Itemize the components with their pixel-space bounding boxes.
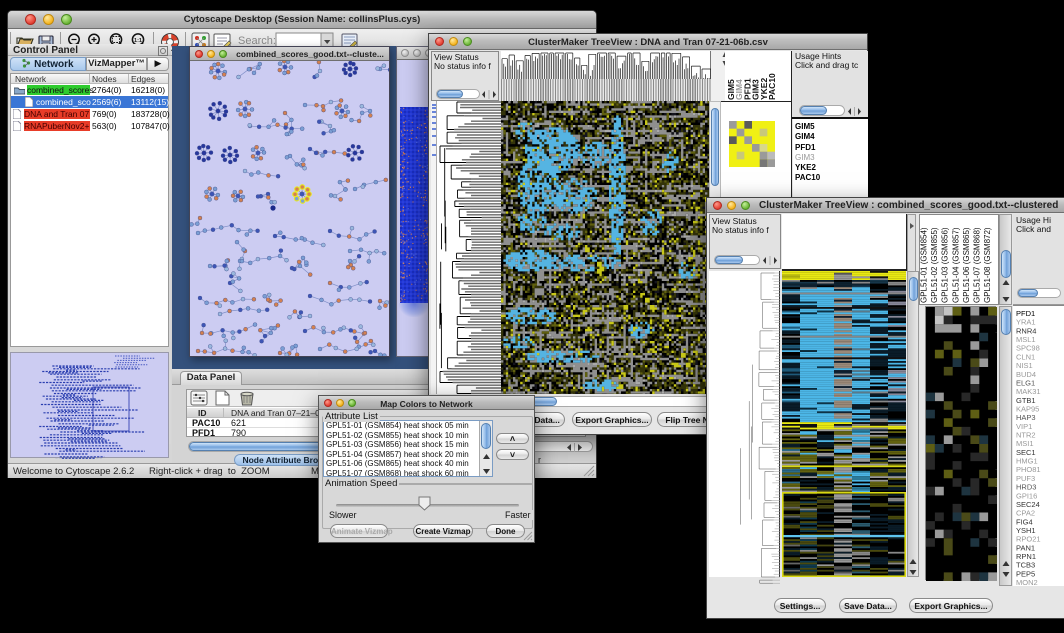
svg-text:KAP95: KAP95 [1016, 404, 1039, 413]
svg-text:PAC10: PAC10 [767, 73, 777, 100]
svg-text:FIG4: FIG4 [1016, 517, 1033, 526]
svg-text:HRD3: HRD3 [1016, 483, 1036, 492]
svg-text:VIP1: VIP1 [1016, 422, 1032, 431]
svg-text:SPC98: SPC98 [1016, 344, 1040, 353]
svg-text:RPO21: RPO21 [1016, 535, 1041, 544]
svg-text:NIS1: NIS1 [1016, 361, 1033, 370]
svg-text:RPN1: RPN1 [1016, 552, 1036, 561]
svg-text:PAN1: PAN1 [1016, 543, 1035, 552]
svg-text:PHO81: PHO81 [1016, 465, 1041, 474]
svg-text:YRA1: YRA1 [1016, 318, 1036, 327]
svg-text:CLN1: CLN1 [1016, 352, 1035, 361]
svg-text:HMG1: HMG1 [1016, 457, 1038, 466]
svg-text:NTR2: NTR2 [1016, 431, 1036, 440]
svg-text:GPL51-04 (GSM857): GPL51-04 (GSM857) [951, 227, 960, 303]
svg-text:GPL51-01 (GSM854): GPL51-01 (GSM854) [920, 227, 929, 303]
svg-text:GPL51-07 (GSM868): GPL51-07 (GSM868) [973, 227, 982, 303]
svg-text:MSL1: MSL1 [1016, 335, 1036, 344]
svg-text:PFD1: PFD1 [1016, 309, 1035, 318]
svg-text:GTB1: GTB1 [1016, 396, 1036, 405]
svg-text:RNR4: RNR4 [1016, 326, 1036, 335]
svg-text:MON2: MON2 [1016, 578, 1038, 587]
svg-text:GPI16: GPI16 [1016, 491, 1037, 500]
svg-text:SEC24: SEC24 [1016, 500, 1040, 509]
svg-text:SEC1: SEC1 [1016, 448, 1036, 457]
svg-text:HAP3: HAP3 [1016, 413, 1036, 422]
svg-text:MSI1: MSI1 [1016, 439, 1034, 448]
svg-text:GPL51-02 (GSM855): GPL51-02 (GSM855) [930, 227, 939, 303]
svg-text:YSH1: YSH1 [1016, 526, 1036, 535]
svg-text:MAK31: MAK31 [1016, 387, 1041, 396]
svg-text:GPL51-08 (GSM872): GPL51-08 (GSM872) [983, 227, 992, 303]
svg-text:TCB3: TCB3 [1016, 561, 1035, 570]
svg-text:PEP5: PEP5 [1016, 569, 1035, 578]
svg-text:CPA2: CPA2 [1016, 509, 1035, 518]
svg-text:BUD4: BUD4 [1016, 370, 1036, 379]
svg-text:PUF3: PUF3 [1016, 474, 1035, 483]
svg-text:GPL51-03 (GSM856): GPL51-03 (GSM856) [941, 227, 950, 303]
svg-text:ELG1: ELG1 [1016, 378, 1035, 387]
svg-text:GPL51-06 (GSM865): GPL51-06 (GSM865) [962, 227, 971, 303]
